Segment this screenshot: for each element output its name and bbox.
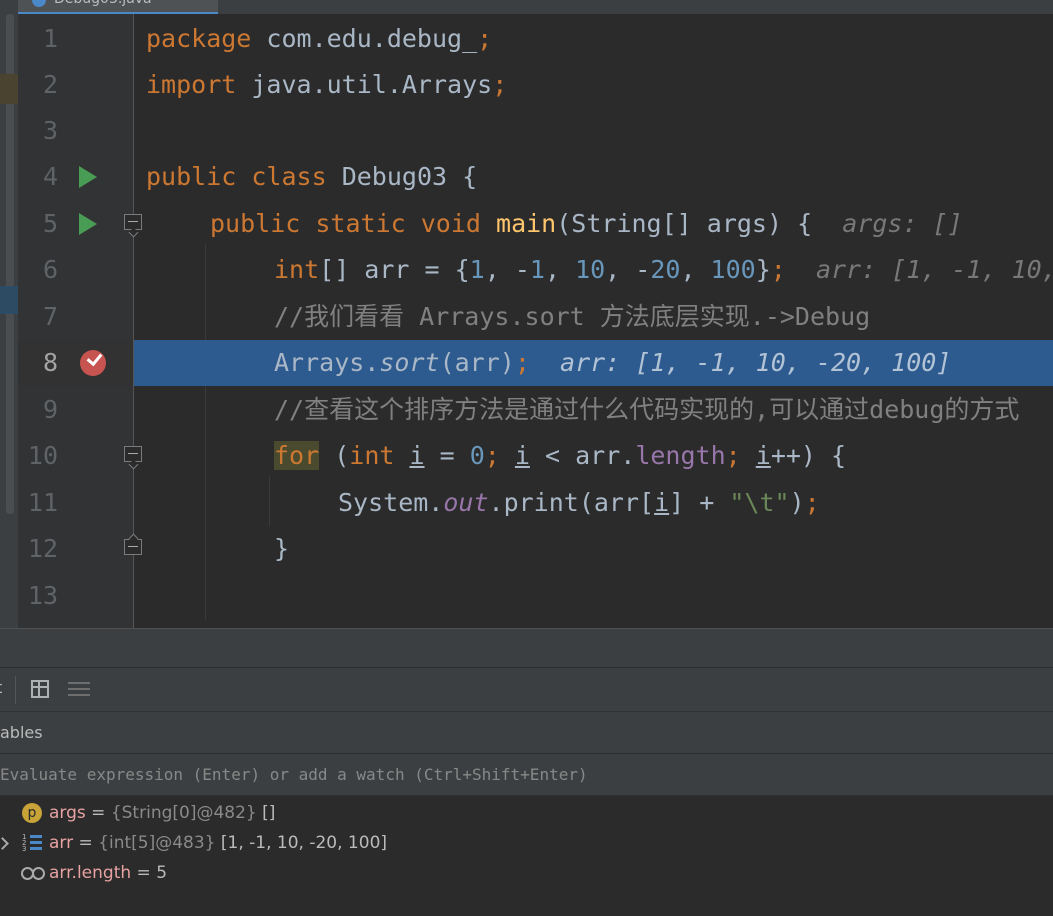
line-number: 10	[27, 441, 58, 470]
inline-debug-value: args: []	[842, 209, 963, 238]
code-line-6[interactable]: 6 int[] arr = {1, -1, 10, -20, 100}; arr…	[18, 247, 1053, 293]
tab-debug03-java[interactable]: Debug03.java	[18, 0, 218, 14]
calculator-icon[interactable]	[31, 680, 49, 698]
inline-debug-value: arr: [1, -1, 10, -20, 100]	[815, 255, 1053, 284]
variables-header: ables	[0, 712, 1053, 754]
code-comment: //我们看看 Arrays.sort 方法底层实现.->Debug	[274, 302, 871, 331]
evaluate-placeholder: Evaluate expression (Enter) or add a wat…	[0, 765, 588, 784]
code-line-8-current[interactable]: 8 Arrays.sort(arr); arr: [1, -1, 10, -20…	[18, 340, 1053, 386]
code-text: public class Debug03 {	[146, 162, 478, 191]
run-icon[interactable]	[79, 166, 97, 188]
code-line-10[interactable]: 10 for (int i = 0; i < arr.length; i++) …	[18, 433, 1053, 479]
variable-text: args = {String[0]@482} []	[49, 803, 276, 823]
code-line-3[interactable]: 3	[18, 108, 1053, 154]
line-number: 5	[42, 209, 58, 238]
check-icon	[86, 349, 103, 367]
code-line-7[interactable]: 7 //我们看看 Arrays.sort 方法底层实现.->Debug	[18, 294, 1053, 340]
code-text: public static void main(String[] args) {…	[210, 209, 963, 238]
code-line-5[interactable]: 5 public static void main(String[] args)…	[18, 201, 1053, 247]
variables-title: ables	[0, 723, 43, 742]
code-text: import java.util.Arrays;	[146, 70, 508, 99]
code-comment: //查看这个排序方法是通过什么代码实现的,可以通过debug的方式	[274, 395, 1020, 424]
variable-row-arr[interactable]: 123 arr = {int[5]@483} [1, -1, 10, -20, …	[0, 828, 1053, 858]
line-number: 3	[42, 116, 58, 145]
line-number: 1	[42, 24, 58, 53]
line-number: 12	[27, 534, 58, 563]
line-number: 8	[42, 348, 58, 377]
java-class-icon	[32, 0, 46, 7]
run-icon[interactable]	[79, 213, 97, 235]
debug-panel-header	[0, 628, 1053, 668]
line-number: 2	[42, 70, 58, 99]
code-text: Arrays.sort(arr); arr: [1, -1, 10, -20, …	[274, 348, 952, 377]
code-text: System.out.print(arr[i] + "\t");	[338, 488, 820, 517]
line-number: 9	[42, 395, 58, 424]
variable-row-args[interactable]: p args = {String[0]@482} []	[0, 798, 1053, 828]
marker	[0, 74, 18, 104]
code-line-4[interactable]: 4 public class Debug03 {	[18, 154, 1053, 200]
fold-icon[interactable]	[124, 446, 142, 462]
code-text: int[] arr = {1, -1, 10, -20, 100}; arr: …	[274, 247, 1053, 293]
breakpoint-icon[interactable]	[80, 349, 106, 376]
inline-debug-value: arr: [1, -1, 10, -20, 100]	[560, 348, 952, 377]
code-text: for (int i = 0; i < arr.length; i++) {	[274, 441, 847, 470]
toolbar-fragment: t	[0, 678, 2, 697]
code-text: package com.edu.debug_;	[146, 24, 493, 53]
expand-chevron-icon[interactable]	[0, 837, 9, 850]
code-text: }	[274, 534, 290, 563]
variable-text: arr.length = 5	[49, 863, 168, 883]
code-line-12[interactable]: 12 }	[18, 526, 1053, 572]
line-number: 11	[27, 488, 58, 517]
line-number: 7	[42, 302, 58, 331]
evaluate-expression-field[interactable]: Evaluate expression (Enter) or add a wat…	[0, 754, 1053, 796]
line-number: 13	[27, 581, 58, 610]
editor-tab-strip: Debug03.java	[0, 0, 1053, 14]
watch-list-icon[interactable]	[68, 680, 90, 698]
fold-icon[interactable]	[124, 214, 142, 230]
variable-text: arr = {int[5]@483} [1, -1, 10, -20, 100]	[49, 833, 388, 853]
array-icon: 123	[22, 833, 42, 853]
fold-icon[interactable]	[124, 539, 142, 555]
line-number: 4	[42, 162, 58, 191]
line-number: 6	[42, 255, 58, 284]
code-line-11[interactable]: 11 System.out.print(arr[i] + "\t");	[18, 480, 1053, 526]
code-line-1[interactable]: 1 package com.edu.debug_;	[18, 16, 1053, 62]
code-editor[interactable]: 1 package com.edu.debug_; 2 import java.…	[18, 14, 1053, 628]
code-line-9[interactable]: 9 //查看这个排序方法是通过什么代码实现的,可以通过debug的方式	[18, 387, 1053, 433]
watch-glasses-icon	[21, 867, 45, 880]
toolbar-separator	[15, 676, 16, 704]
tab-label: Debug03.java	[54, 0, 152, 8]
marker	[0, 286, 18, 314]
variable-row-arr-length[interactable]: arr.length = 5	[0, 858, 1053, 888]
editor-left-strip	[0, 14, 18, 628]
code-line-2[interactable]: 2 import java.util.Arrays;	[18, 62, 1053, 108]
debug-toolbar: t	[0, 668, 1053, 712]
code-line-13[interactable]: 13	[18, 573, 1053, 619]
variables-tree: p args = {String[0]@482} [] 123 arr = {i…	[0, 796, 1053, 916]
parameter-icon: p	[22, 803, 42, 823]
